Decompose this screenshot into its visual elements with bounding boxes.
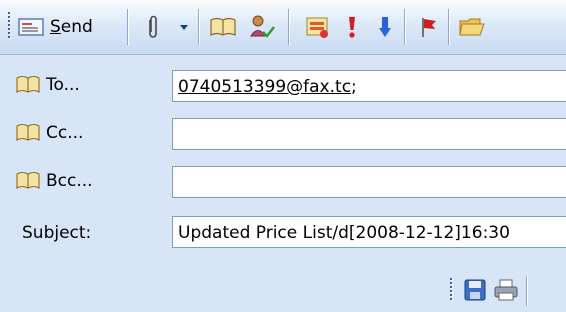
cc-button[interactable]: Cc... (16, 119, 83, 147)
subject-row: Subject: Updated Price List/d[2008-12-12… (0, 212, 566, 252)
follow-up-flag-icon (422, 18, 436, 37)
to-field-value: 0740513399@fax.tc; (178, 77, 357, 97)
options-button[interactable] (304, 8, 332, 46)
bcc-field[interactable] (172, 166, 566, 198)
subject-field-value: Updated Price List/d[2008-12-12]16:30 (178, 223, 510, 243)
folder-button[interactable] (458, 8, 488, 46)
cc-field[interactable] (172, 118, 566, 150)
toolbar-grip[interactable] (450, 278, 454, 302)
follow-up-flag-button[interactable] (418, 8, 440, 46)
send-button[interactable]: Send (18, 8, 93, 46)
message-toolbar: Send (0, 0, 566, 55)
check-names-button[interactable] (248, 8, 276, 46)
bcc-row: Bcc... (0, 162, 566, 202)
attach-dropdown-button[interactable] (178, 8, 190, 46)
address-book-icon (210, 17, 236, 36)
high-importance-icon (349, 17, 355, 38)
low-importance-icon (379, 17, 391, 37)
to-button[interactable]: To... (16, 71, 80, 99)
bcc-button[interactable]: Bcc... (16, 167, 93, 195)
save-icon (464, 279, 486, 301)
folder-icon (459, 18, 485, 36)
bottom-toolbar (442, 270, 566, 312)
print-icon (494, 279, 518, 301)
to-recipient[interactable]: 0740513399@fax.tc (178, 77, 351, 97)
bcc-label: Bcc... (46, 171, 93, 191)
subject-label: Subject: (22, 223, 92, 243)
cc-label: Cc... (46, 123, 84, 143)
save-button[interactable] (464, 279, 486, 306)
send-label: Send (50, 17, 93, 37)
cc-row: Cc... (0, 114, 566, 154)
address-book-icon (16, 123, 40, 141)
to-row: To... 0740513399@fax.tc; (0, 66, 566, 106)
to-label: To... (46, 75, 80, 95)
address-book-icon (16, 75, 40, 93)
to-field[interactable]: 0740513399@fax.tc; (172, 70, 566, 102)
address-book-button[interactable] (210, 8, 236, 46)
send-envelope-icon (18, 18, 44, 36)
dropdown-arrow-icon (180, 25, 188, 30)
low-importance-button[interactable] (378, 8, 392, 46)
subject-field[interactable]: Updated Price List/d[2008-12-12]16:30 (172, 216, 566, 248)
check-names-icon (250, 15, 275, 38)
attach-paperclip-icon (149, 15, 157, 38)
address-book-icon (16, 171, 40, 189)
toolbar-grip[interactable] (8, 12, 12, 40)
print-button[interactable] (494, 279, 518, 306)
attach-file-button[interactable] (146, 8, 160, 46)
high-importance-button[interactable] (346, 8, 358, 46)
options-icon (306, 17, 328, 38)
